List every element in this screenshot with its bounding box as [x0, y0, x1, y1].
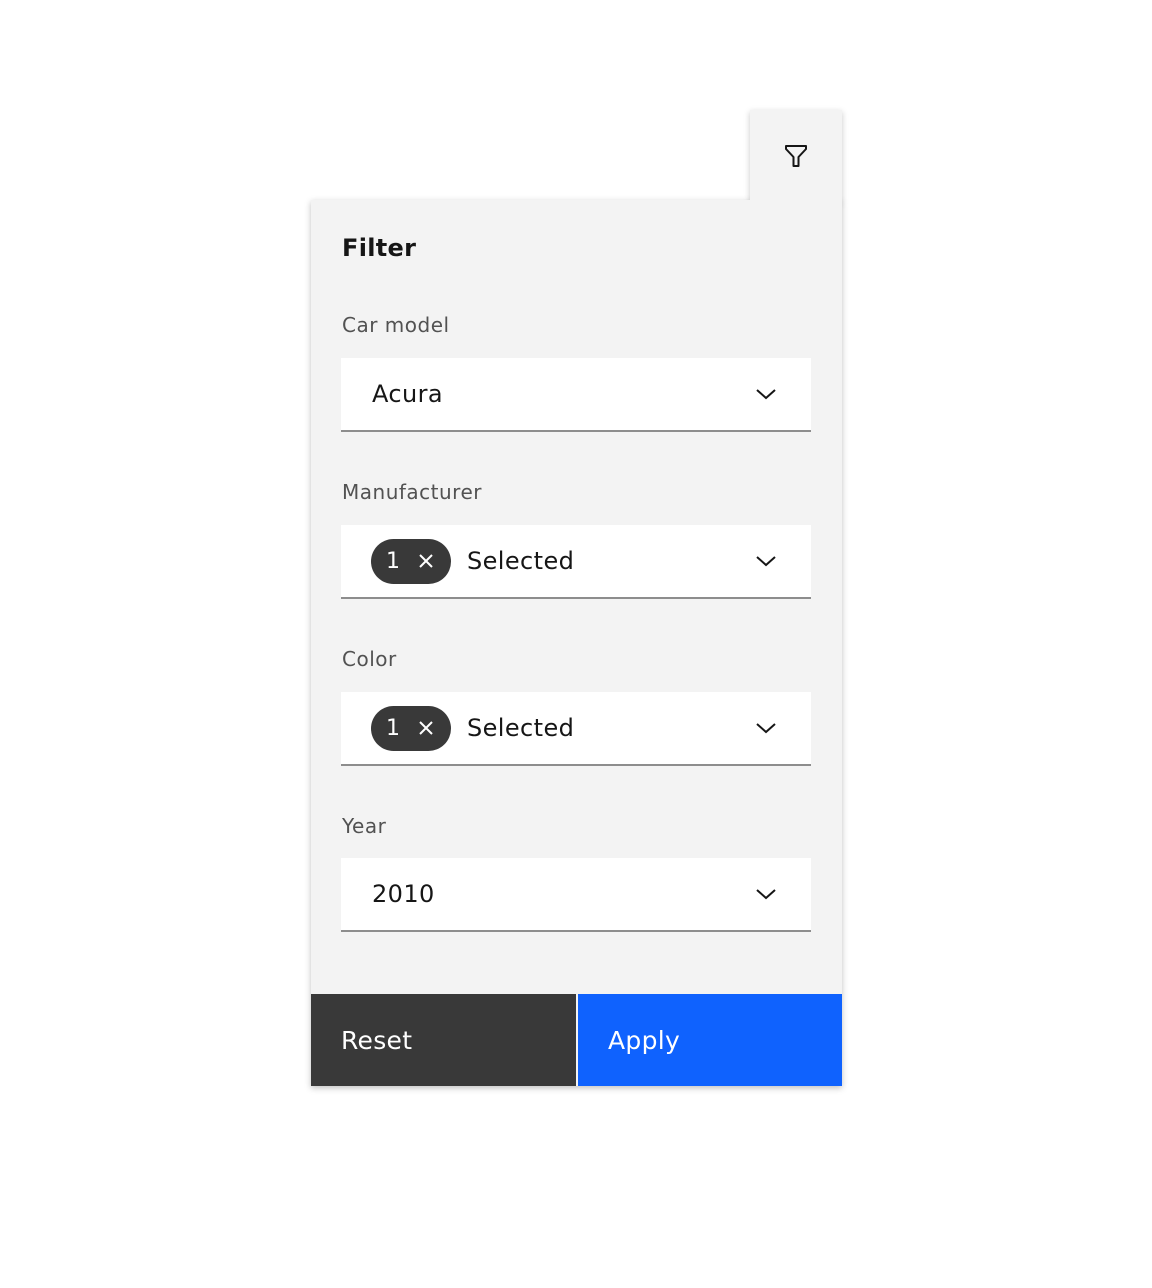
clear-selection-icon[interactable] — [418, 553, 434, 569]
chevron-down-icon — [756, 723, 776, 734]
filter-trigger-button[interactable] — [750, 110, 842, 202]
trigger-connector — [750, 190, 842, 210]
color-multiselect[interactable]: 1 Selected — [341, 692, 811, 766]
color-label: Color — [342, 647, 397, 671]
filter-icon — [785, 145, 807, 167]
selection-count-tag: 1 — [371, 538, 451, 584]
car-model-value: Acura — [372, 380, 443, 408]
year-label: Year — [342, 814, 387, 838]
filter-panel: Filter Car model Acura Manufacturer 1 Se… — [311, 200, 842, 1086]
selection-count-tag: 1 — [371, 705, 451, 751]
car-model-label: Car model — [342, 313, 450, 337]
year-dropdown[interactable]: 2010 — [341, 858, 811, 932]
panel-title: Filter — [342, 234, 417, 262]
chevron-down-icon — [756, 889, 776, 900]
manufacturer-value: Selected — [467, 547, 575, 575]
reset-button[interactable]: Reset — [311, 994, 576, 1086]
manufacturer-multiselect[interactable]: 1 Selected — [341, 525, 811, 599]
car-model-dropdown[interactable]: Acura — [341, 358, 811, 432]
clear-selection-icon[interactable] — [418, 720, 434, 736]
chevron-down-icon — [756, 556, 776, 567]
selection-count: 1 — [386, 548, 400, 574]
chevron-down-icon — [756, 389, 776, 400]
year-value: 2010 — [372, 880, 435, 908]
manufacturer-label: Manufacturer — [342, 480, 482, 504]
color-value: Selected — [467, 714, 575, 742]
selection-count: 1 — [386, 715, 400, 741]
apply-button[interactable]: Apply — [578, 994, 842, 1086]
